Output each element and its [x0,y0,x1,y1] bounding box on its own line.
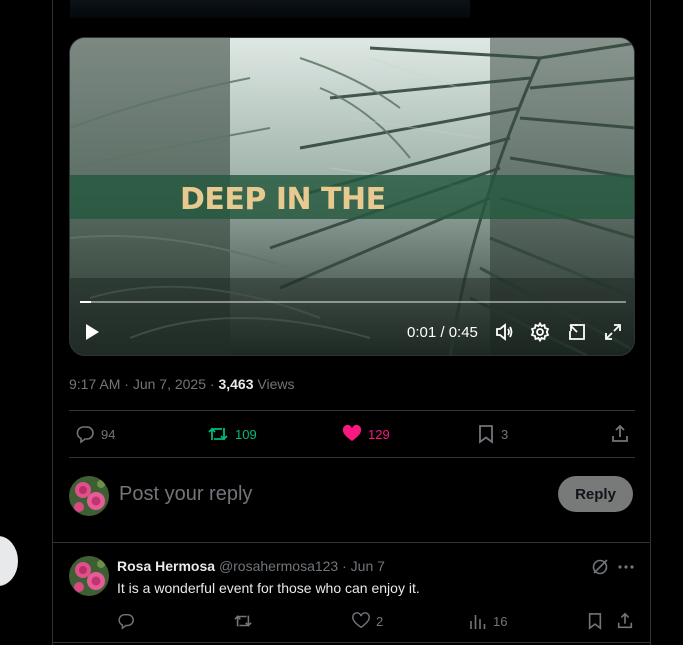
comment-icon [76,426,94,444]
heart-icon [352,612,370,629]
heart-filled-icon [342,424,362,441]
gear-icon [530,322,550,342]
settings-button[interactable] [530,322,550,342]
play-icon [86,324,99,340]
grok-button[interactable] [590,557,610,577]
divider [53,642,651,643]
comment-author-handle[interactable]: @rosahermosa123 [219,558,338,574]
share-action[interactable] [610,424,630,444]
comment-like-count: 2 [376,613,384,629]
video-time: 0:01 / 0:45 [407,324,478,341]
divider [69,410,635,411]
repost-count: 109 [235,426,257,442]
repost-action[interactable]: 109 [207,424,257,444]
floating-action-button[interactable] [0,536,18,586]
grok-icon [592,559,608,575]
share-icon [612,424,628,442]
bookmark-icon [479,425,493,444]
video-player[interactable]: DEEP IN THE 0:01 / 0:45 [69,37,635,356]
reply-count: 94 [101,426,116,442]
video-progress-bar[interactable] [80,301,626,303]
comment-header: Rosa Hermosa @rosahermosa123 · Jun 7 [117,558,385,574]
expand-icon [605,324,621,340]
comment-like-action[interactable]: 2 [352,612,383,630]
comment-author-name[interactable]: Rosa Hermosa [117,558,215,574]
rose-avatar-image [69,476,109,516]
post-meta: 9:17 AM · Jun 7, 2025 · 3,463 Views [69,376,295,392]
views-count: 3,463 [218,376,254,392]
comment-icon [118,613,134,630]
fullscreen-button[interactable] [603,322,623,342]
share-icon [617,612,633,629]
bookmark-count: 3 [501,426,509,442]
repost-icon [208,427,228,441]
reply-button[interactable]: Reply [558,476,633,512]
pip-icon [569,324,585,340]
divider [53,542,651,543]
avatar[interactable] [69,476,109,516]
comment-repost-action[interactable] [233,612,253,630]
views-label: Views [257,376,295,392]
comment-views-count: 16 [493,613,508,629]
comment-bookmark-action[interactable] [587,612,603,630]
divider [69,457,635,458]
comment-text: It is a wonderful event for those who ca… [117,580,420,596]
reply-input[interactable]: Post your reply [119,483,252,506]
reply-action[interactable]: 94 [75,424,115,444]
play-button[interactable] [82,322,102,342]
rose-avatar-image [69,556,109,596]
comment-share-action[interactable] [616,612,634,630]
more-button[interactable] [616,557,636,577]
more-horizontal-icon [618,565,634,569]
analytics-icon [470,615,486,629]
like-count: 129 [368,426,390,442]
comment-reply-action[interactable] [117,612,135,630]
video-progress-fill [80,301,91,303]
like-action[interactable]: 129 [342,424,390,444]
comment-date[interactable]: Jun 7 [351,558,385,574]
volume-icon [496,323,513,341]
bookmark-icon [588,613,602,630]
picture-in-picture-button[interactable] [567,322,587,342]
post-date[interactable]: Jun 7, 2025 [133,376,206,392]
video-overlay-text: DEEP IN THE [180,182,386,217]
volume-button[interactable] [494,322,514,342]
comment-views-action[interactable]: 16 [469,612,507,630]
avatar[interactable] [69,556,109,596]
bookmark-action[interactable]: 3 [477,424,508,444]
repost-icon [234,615,252,627]
post-time: 9:17 AM [69,376,121,392]
